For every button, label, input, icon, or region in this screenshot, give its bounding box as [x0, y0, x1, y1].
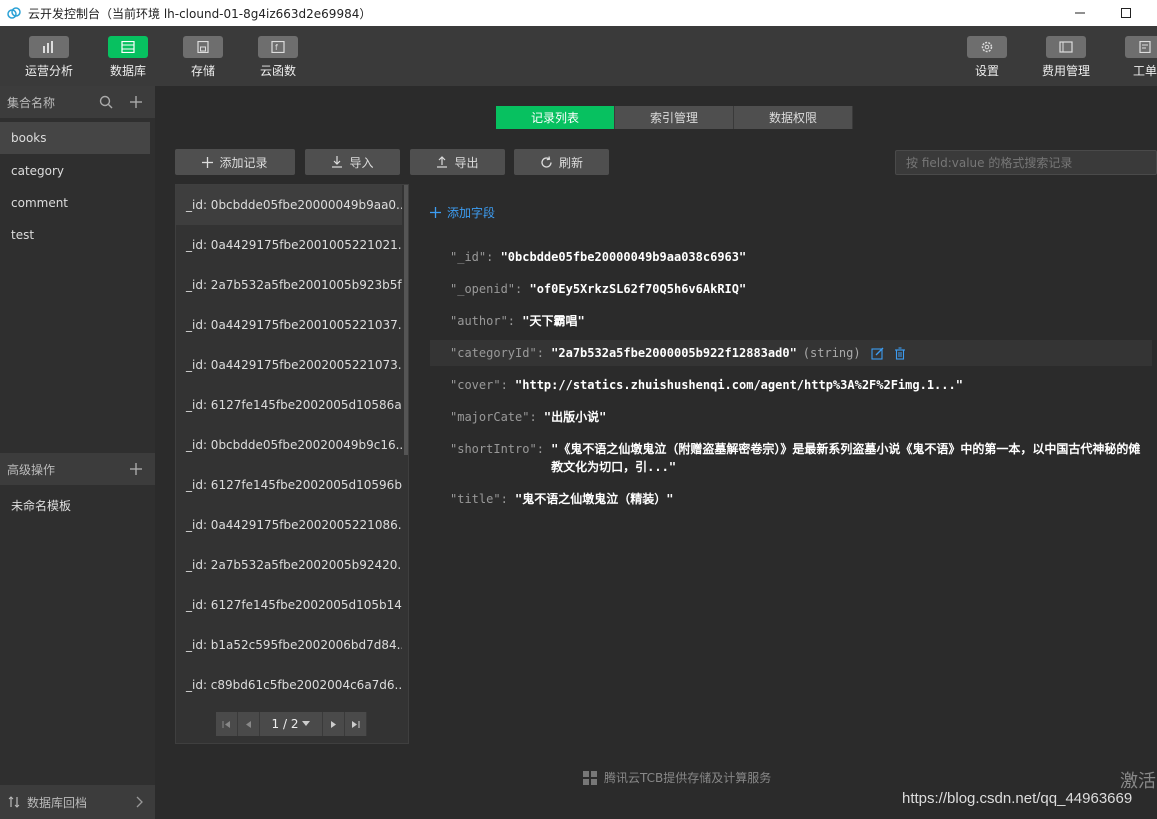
collections-header: 集合名称: [0, 86, 155, 118]
window-titlebar: 云开发控制台（当前环境 lh-clound-01-8g4iz663d2e6998…: [0, 0, 1157, 26]
record-item[interactable]: _id: 2a7b532a5fbe2001005b923b5f...: [176, 265, 402, 305]
record-list-scrollbar[interactable]: [404, 185, 408, 455]
toolbar-storage-button[interactable]: 存储: [168, 36, 238, 79]
add-collection-icon[interactable]: [129, 95, 143, 109]
tab-data-permissions[interactable]: 数据权限: [734, 106, 853, 129]
rollback-icon: [8, 796, 20, 808]
maximize-button[interactable]: [1103, 0, 1149, 26]
last-page-icon: [352, 720, 360, 728]
storage-icon: [183, 36, 223, 58]
database-rollback-button[interactable]: 数据库回档: [0, 785, 155, 819]
advanced-item-template[interactable]: 未命名模板: [0, 489, 150, 521]
refresh-button[interactable]: 刷新: [514, 149, 609, 175]
record-item[interactable]: _id: b1a52c595fbe2002006bd7d84...: [176, 625, 402, 665]
prev-page-button[interactable]: [238, 712, 260, 736]
export-button[interactable]: 导出: [410, 149, 505, 175]
page-select[interactable]: 1 / 2: [260, 712, 323, 736]
record-list: _id: 0bcbdde05fbe20000049b9aa0... _id: 0…: [175, 184, 409, 744]
trash-icon: [894, 346, 905, 360]
minimize-button[interactable]: [1057, 0, 1103, 26]
gear-icon: [967, 36, 1007, 58]
main-panel: 记录列表 索引管理 数据权限 添加记录 导入 导出 刷新 按 field:val…: [155, 86, 1157, 819]
blog-watermark: https://blog.csdn.net/qq_44963669: [902, 790, 1133, 807]
toolbar-database-button[interactable]: 数据库: [93, 36, 163, 79]
record-item[interactable]: _id: c89bd61c5fbe2002004c6a7d6...: [176, 665, 402, 705]
import-button[interactable]: 导入: [305, 149, 400, 175]
record-item[interactable]: _id: 0bcbdde05fbe20000049b9aa0...: [176, 185, 402, 225]
last-page-button[interactable]: [345, 712, 367, 736]
cloud-app-icon: [7, 7, 21, 19]
field-row-openid[interactable]: "_openid": "of0Ey5XrkzSL62f70Q5h6v6AkRIQ…: [430, 276, 1152, 302]
delete-field-button[interactable]: [894, 344, 906, 362]
tab-index-management[interactable]: 索引管理: [615, 106, 734, 129]
collection-item-books[interactable]: books: [0, 122, 150, 154]
service-provider-note: 腾讯云TCB提供存储及计算服务: [582, 769, 771, 786]
record-item[interactable]: _id: 6127fe145fbe2002005d10596b...: [176, 465, 402, 505]
record-item[interactable]: _id: 0a4429175fbe2002005221086...: [176, 505, 402, 545]
toolbar-settings-button[interactable]: 设置: [952, 36, 1022, 79]
advanced-header: 高级操作: [0, 453, 155, 485]
toolbar-ticket-button[interactable]: 工单: [1110, 36, 1157, 79]
svg-text:f: f: [275, 43, 278, 52]
refresh-icon: [541, 155, 552, 168]
first-page-button[interactable]: [216, 712, 238, 736]
window-title: 云开发控制台（当前环境 lh-clound-01-8g4iz663d2e6998…: [28, 6, 372, 21]
record-item[interactable]: _id: 2a7b532a5fbe2002005b92420...: [176, 545, 402, 585]
tab-record-list[interactable]: 记录列表: [496, 106, 615, 129]
bar-chart-icon: [29, 36, 69, 58]
record-detail: 添加字段 "_id": "0bcbdde05fbe20000049b9aa038…: [410, 184, 1157, 744]
edit-field-button[interactable]: [871, 344, 884, 362]
field-row-majorcate[interactable]: "majorCate": "出版小说": [430, 404, 1152, 430]
function-icon: f: [258, 36, 298, 58]
record-item[interactable]: _id: 6127fe145fbe2002005d10586a...: [176, 385, 402, 425]
ticket-icon: [1125, 36, 1157, 58]
tcb-logo-icon: [583, 770, 597, 785]
pagination: 1 / 2: [216, 712, 369, 736]
plus-icon: [202, 156, 214, 168]
import-icon: [332, 156, 343, 168]
export-icon: [437, 156, 448, 168]
collection-sidebar: 集合名称 books category comment test 高级操作 未命…: [0, 86, 155, 819]
field-row-cover[interactable]: "cover": "http://statics.zhuishushenqi.c…: [430, 372, 1152, 398]
record-item[interactable]: _id: 0a4429175fbe2001005221037...: [176, 305, 402, 345]
database-icon: [108, 36, 148, 58]
add-field-button[interactable]: 添加字段: [430, 204, 495, 221]
toolbar-cloud-function-button[interactable]: f 云函数: [243, 36, 313, 79]
chevron-right-icon: [136, 796, 143, 808]
collection-item-comment[interactable]: comment: [0, 187, 150, 219]
collection-item-test[interactable]: test: [0, 219, 150, 251]
field-row-author[interactable]: "author": "天下霸唱": [430, 308, 1152, 334]
first-page-icon: [222, 720, 230, 728]
prev-page-icon: [246, 720, 251, 728]
field-row-categoryid[interactable]: "categoryId": "2a7b532a5fbe2000005b922f1…: [430, 340, 1152, 366]
billing-icon: [1046, 36, 1086, 58]
record-item[interactable]: _id: 0a4429175fbe2002005221073...: [176, 345, 402, 385]
record-item[interactable]: _id: 0a4429175fbe2001005221021...: [176, 225, 402, 265]
maximize-icon: [1121, 8, 1131, 18]
add-template-icon[interactable]: [129, 462, 143, 476]
record-item[interactable]: _id: 6127fe145fbe2002005d105b14...: [176, 585, 402, 625]
edit-icon: [871, 347, 884, 360]
next-page-icon: [331, 720, 336, 728]
record-search-input[interactable]: 按 field:value 的格式搜索记录: [895, 150, 1157, 175]
field-row-id[interactable]: "_id": "0bcbdde05fbe20000049b9aa038c6963…: [430, 244, 1152, 270]
toolbar-billing-button[interactable]: 费用管理: [1031, 36, 1101, 79]
plus-icon: [430, 207, 441, 218]
field-row-shortintro[interactable]: "shortIntro": "《鬼不语之仙墩鬼泣（附赠盗墓解密卷宗）》是最新系列…: [430, 436, 1152, 480]
view-tabs: 记录列表 索引管理 数据权限: [496, 106, 853, 129]
field-row-title[interactable]: "title": "鬼不语之仙墩鬼泣（精装）": [430, 486, 1152, 512]
collection-item-category[interactable]: category: [0, 155, 150, 187]
add-record-button[interactable]: 添加记录: [175, 149, 295, 175]
chevron-down-icon: [302, 721, 311, 726]
toolbar-analytics-button[interactable]: 运营分析: [14, 36, 84, 79]
next-page-button[interactable]: [323, 712, 345, 736]
minimize-icon: [1075, 12, 1085, 14]
record-item[interactable]: _id: 0bcbdde05fbe20020049b9c16...: [176, 425, 402, 465]
search-icon[interactable]: [99, 95, 113, 109]
top-toolbar: 运营分析 数据库 存储 f 云函数 设置 费用管理 工单: [0, 26, 1157, 86]
